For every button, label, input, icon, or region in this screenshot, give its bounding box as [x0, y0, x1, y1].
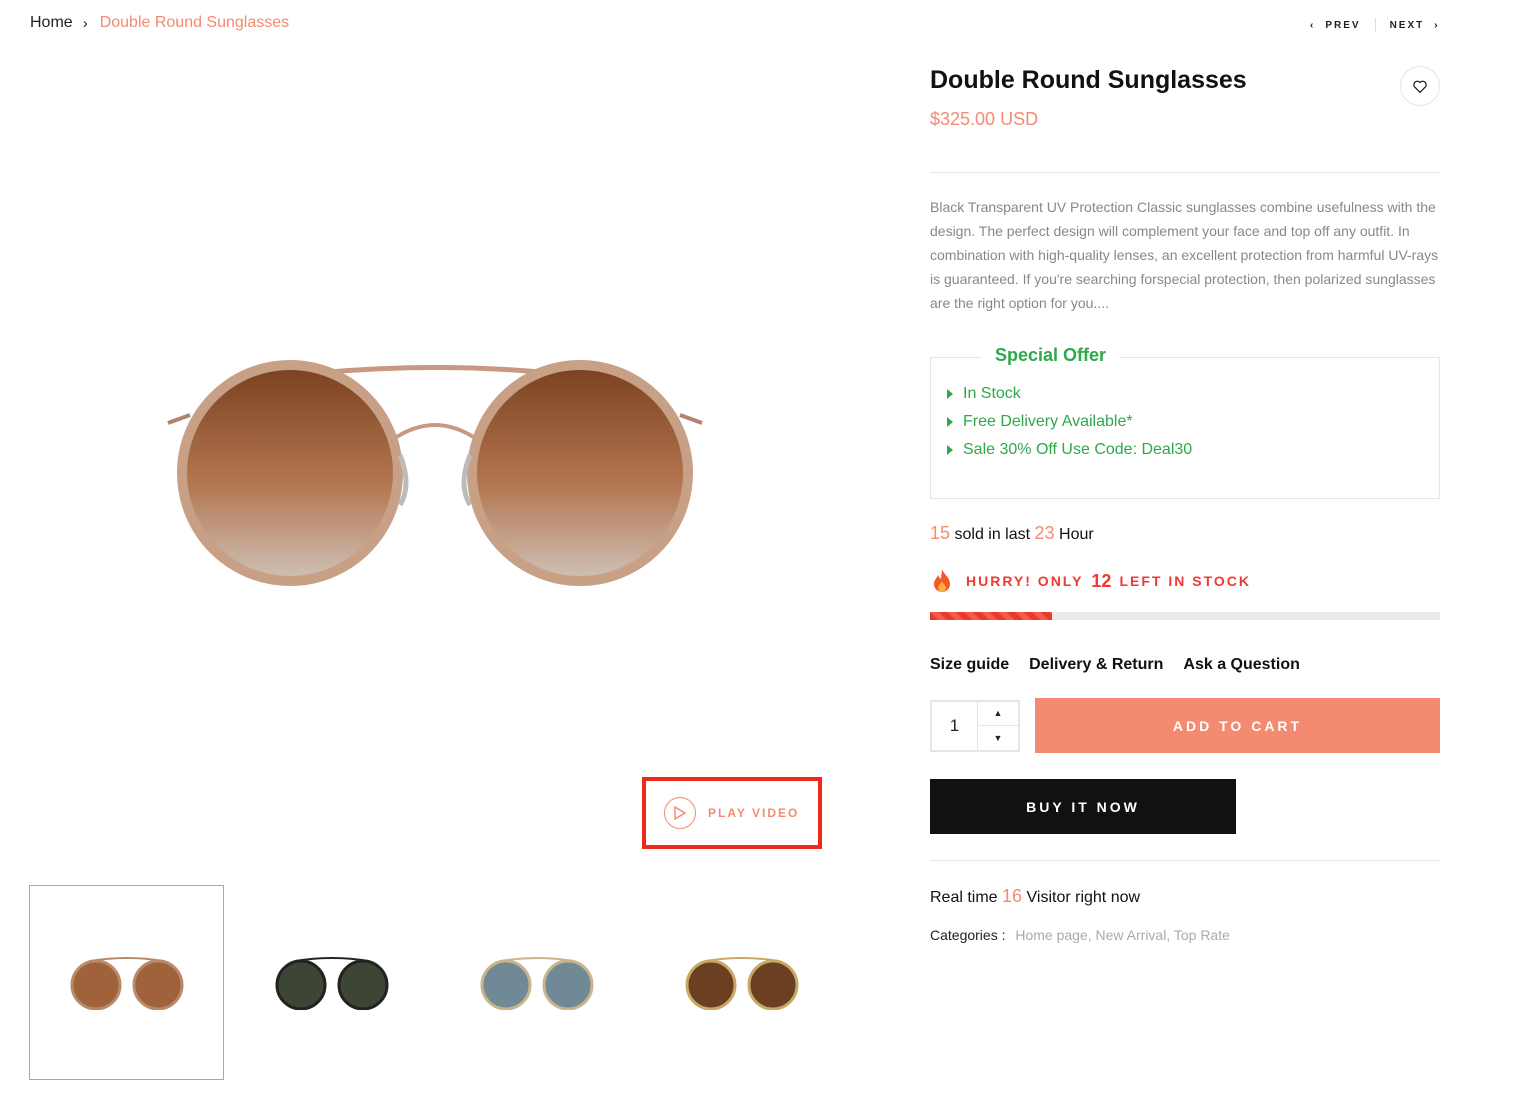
stock-progress-fill [930, 612, 1053, 620]
divider [930, 172, 1440, 173]
size-guide-link[interactable]: Size guide [930, 656, 1009, 674]
chevron-right-icon: › [82, 14, 88, 32]
breadcrumb-current: Double Round Sunglasses [99, 14, 290, 31]
divider [930, 860, 1440, 861]
stock-prefix: HURRY! ONLY [966, 573, 1084, 589]
pager-divider [1374, 18, 1376, 32]
play-video-button[interactable]: PLAY VIDEO [642, 777, 822, 849]
quantity-increase-icon[interactable]: ▲ [978, 702, 1018, 726]
thumbnail-dark-brown-lens[interactable] [644, 885, 839, 1080]
special-offer-title: Special Offer [981, 345, 1121, 366]
thumbnail-brown-lens[interactable] [29, 885, 224, 1080]
triangle-right-icon [947, 417, 953, 427]
stock-suffix: LEFT IN STOCK [1119, 573, 1251, 589]
buy-now-button[interactable]: BUY IT NOW [930, 779, 1236, 834]
delivery-return-link[interactable]: Delivery & Return [1029, 656, 1163, 674]
stock-progress-bar [930, 612, 1440, 620]
quantity-stepper: 1 ▲ ▼ [930, 699, 1020, 752]
sold-hour-text: Hour [1059, 526, 1094, 543]
breadcrumb-home-link[interactable]: Home [30, 14, 73, 32]
fire-icon [934, 569, 950, 592]
categories: Categories : Home page, New Arrival, Top… [930, 927, 1440, 943]
product-links: Size guide Delivery & Return Ask a Quest… [930, 656, 1440, 674]
product-pager: ‹ PREV NEXT › [1310, 18, 1440, 32]
play-icon [664, 797, 696, 829]
sold-counter: 15 sold in last 23 Hour [930, 523, 1440, 544]
stock-count: 12 [1091, 570, 1112, 591]
offer-item: In Stock [947, 380, 1423, 408]
quantity-decrease-icon[interactable]: ▼ [978, 726, 1018, 750]
product-description: Black Transparent UV Protection Classic … [930, 199, 1439, 311]
next-button[interactable]: NEXT › [1390, 20, 1440, 31]
product-title: Double Round Sunglasses [930, 66, 1247, 94]
play-video-label: PLAY VIDEO [708, 806, 800, 820]
thumbnail-blue-lens[interactable] [439, 885, 634, 1080]
sold-hours: 23 [1034, 523, 1055, 543]
wishlist-button[interactable] [1400, 66, 1440, 106]
product-info: Double Round Sunglasses $325.00 USD Blac… [930, 60, 1440, 943]
add-to-cart-button[interactable]: ADD TO CART [1035, 698, 1440, 753]
special-offer-box: Special Offer In Stock Free Delivery Ava… [930, 345, 1440, 499]
quantity-input[interactable]: 1 [932, 701, 978, 750]
sunglasses-image [685, 957, 798, 1010]
cart-row: 1 ▲ ▼ ADD TO CART [930, 698, 1440, 753]
sunglasses-image [480, 957, 593, 1010]
prev-label: PREV [1325, 19, 1361, 31]
triangle-right-icon [947, 389, 953, 399]
categories-links[interactable]: Home page, New Arrival, Top Rate [1015, 927, 1230, 943]
product-price: $325.00 USD [930, 109, 1039, 129]
thumbnail-green-lens[interactable] [234, 885, 429, 1080]
next-label: NEXT [1389, 19, 1425, 31]
chevron-right-icon: › [1434, 19, 1440, 31]
visitor-suffix: Visitor right now [1026, 889, 1141, 906]
sunglasses-image [275, 957, 388, 1010]
heart-icon [1413, 80, 1427, 93]
visitor-count: 16 [1002, 886, 1023, 906]
low-stock-warning: HURRY! ONLY 12 LEFT IN STOCK [930, 568, 1440, 594]
chevron-left-icon: ‹ [1310, 19, 1316, 31]
breadcrumb: Home › Double Round Sunglasses [30, 14, 289, 32]
visitor-prefix: Real time [930, 889, 998, 906]
offer-item: Free Delivery Available* [947, 408, 1423, 436]
product-main-image[interactable] [160, 355, 710, 595]
visitor-counter: Real time 16 Visitor right now [930, 886, 1440, 907]
sunglasses-image [70, 957, 183, 1010]
triangle-right-icon [947, 445, 953, 455]
sold-count: 15 [930, 523, 951, 543]
ask-question-link[interactable]: Ask a Question [1183, 656, 1299, 674]
thumbnail-gallery [29, 885, 849, 1080]
categories-label: Categories : [930, 927, 1006, 943]
sold-text: sold in last [954, 526, 1031, 543]
offer-item: Sale 30% Off Use Code: Deal30 [947, 436, 1423, 464]
prev-button[interactable]: ‹ PREV [1310, 20, 1361, 31]
